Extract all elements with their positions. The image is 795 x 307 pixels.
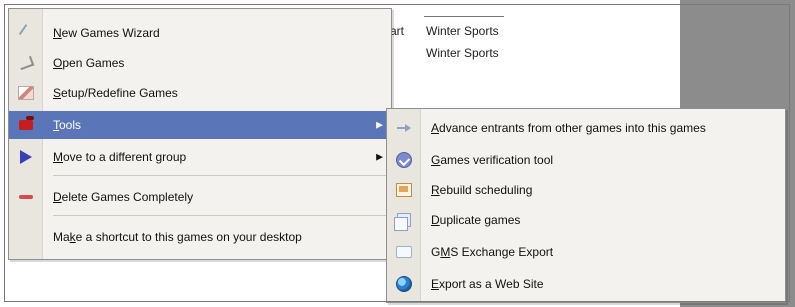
submenu-item-games-verification[interactable]: Games verification tool: [387, 145, 785, 175]
menu-separator: [53, 175, 389, 176]
menu-item-label: Tools: [53, 118, 82, 132]
submenu-arrow-icon: ▶: [376, 119, 383, 130]
wand-icon: [9, 19, 43, 47]
menu-item-no-icon: [9, 223, 43, 251]
open-icon: [9, 49, 43, 77]
menu-item-open-games[interactable]: Open Games: [9, 49, 391, 77]
tools-submenu: Advance entrants from other games into t…: [386, 108, 786, 303]
background-list-divider: [424, 16, 504, 17]
background-list-item[interactable]: Winter Sports: [426, 24, 499, 38]
submenu-item-duplicate-games[interactable]: Duplicate games: [387, 205, 785, 235]
menu-item-setup-redefine-games[interactable]: Setup/Redefine Games: [9, 79, 391, 107]
submenu-item-label: Duplicate games: [431, 213, 521, 227]
submenu-item-label: Games verification tool: [431, 153, 554, 167]
menu-item-label: Delete Games Completely: [53, 190, 194, 204]
export-icon: [387, 237, 421, 267]
move-icon: [9, 143, 43, 171]
menu-item-tools[interactable]: Tools ▶: [9, 111, 391, 139]
menu-item-move-to-group[interactable]: Move to a different group ▶: [9, 143, 391, 171]
arrow-right-icon: [387, 113, 421, 143]
menu-item-label: New Games Wizard: [53, 26, 160, 40]
rebuild-icon: [387, 175, 421, 205]
menu-item-delete-games[interactable]: Delete Games Completely: [9, 183, 391, 211]
submenu-item-gms-exchange-export[interactable]: GMS Exchange Export: [387, 237, 785, 267]
menu-item-label: Setup/Redefine Games: [53, 86, 178, 100]
background-list: art Winter Sports Winter Sports: [386, 8, 676, 108]
duplicate-icon: [387, 205, 421, 235]
web-icon: [387, 269, 421, 299]
menu-item-make-shortcut[interactable]: Make a shortcut to this games on your de…: [9, 223, 391, 251]
menu-item-new-games-wizard[interactable]: New Games Wizard: [9, 19, 391, 47]
menu-item-label: Move to a different group: [53, 150, 187, 164]
submenu-item-export-web-site[interactable]: Export as a Web Site: [387, 269, 785, 299]
tools-icon: [9, 111, 43, 139]
submenu-item-label: GMS Exchange Export: [431, 245, 554, 259]
background-list-item[interactable]: Winter Sports: [426, 46, 499, 60]
delete-icon: [9, 183, 43, 211]
submenu-item-label: Export as a Web Site: [431, 277, 544, 291]
menu-separator: [53, 215, 389, 216]
menu-item-label: Open Games: [53, 56, 125, 70]
submenu-item-label: Advance entrants from other games into t…: [431, 121, 706, 135]
submenu-item-rebuild-scheduling[interactable]: Rebuild scheduling: [387, 175, 785, 205]
setup-icon: [9, 79, 43, 107]
submenu-arrow-icon: ▶: [376, 151, 383, 162]
submenu-item-advance-entrants[interactable]: Advance entrants from other games into t…: [387, 113, 785, 143]
submenu-item-label: Rebuild scheduling: [431, 183, 533, 197]
menu-item-label: Make a shortcut to this games on your de…: [53, 230, 302, 244]
verify-icon: [387, 145, 421, 175]
context-menu: New Games Wizard Open Games Setup/Redefi…: [8, 8, 392, 260]
background-list-fragment: art: [390, 24, 405, 38]
